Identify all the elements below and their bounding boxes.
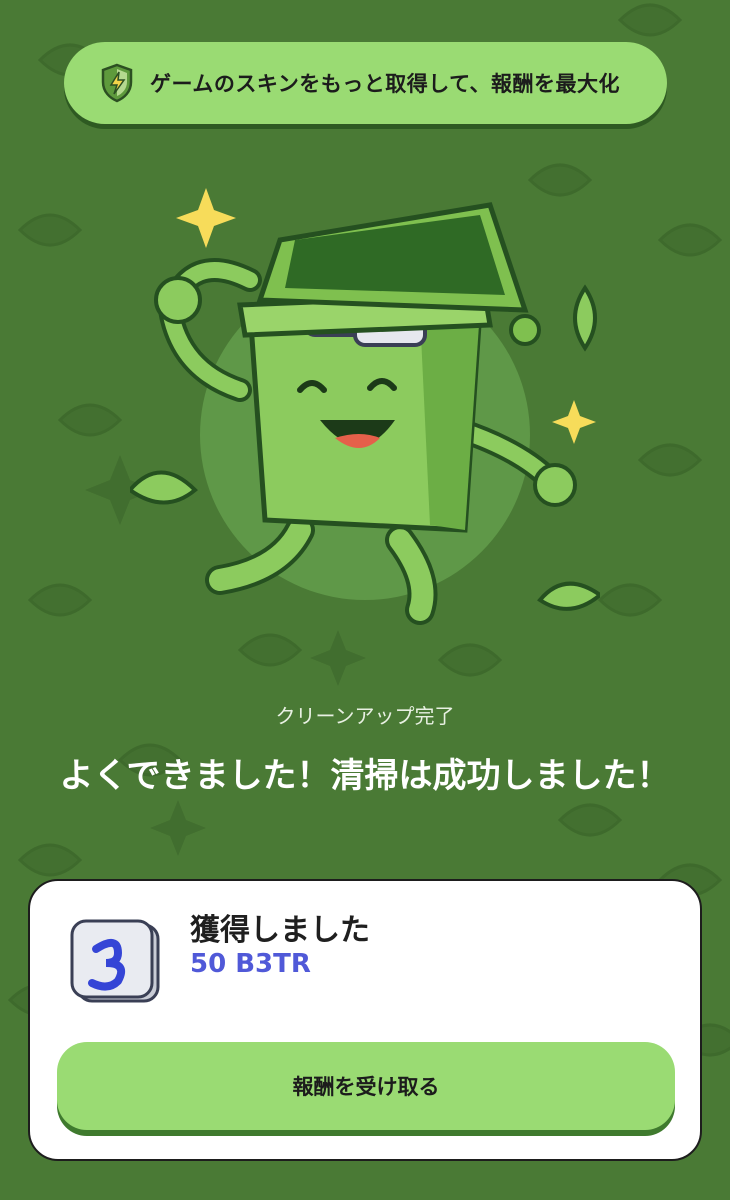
status-subtitle: クリーンアップ完了 (275, 704, 455, 728)
promo-banner[interactable]: ゲームのスキンをもっと取得して、報酬を最大化 (64, 42, 667, 124)
claim-reward-button[interactable]: 報酬を受け取る (57, 1042, 675, 1130)
earned-label: 獲得しました (190, 913, 370, 948)
shield-lightning-icon (101, 63, 133, 103)
reward-card: 獲得しました 50 B3TR 報酬を受け取る (28, 879, 702, 1161)
success-headline: よくできました！清掃は成功しました！ (59, 756, 671, 796)
banner-text: ゲームのスキンをもっと取得して、報酬を最大化 (150, 72, 621, 96)
b3tr-token-icon (70, 919, 160, 1003)
earned-amount: 50 B3TR (190, 949, 311, 979)
recycle-bin-mascot-illustration (130, 188, 600, 625)
